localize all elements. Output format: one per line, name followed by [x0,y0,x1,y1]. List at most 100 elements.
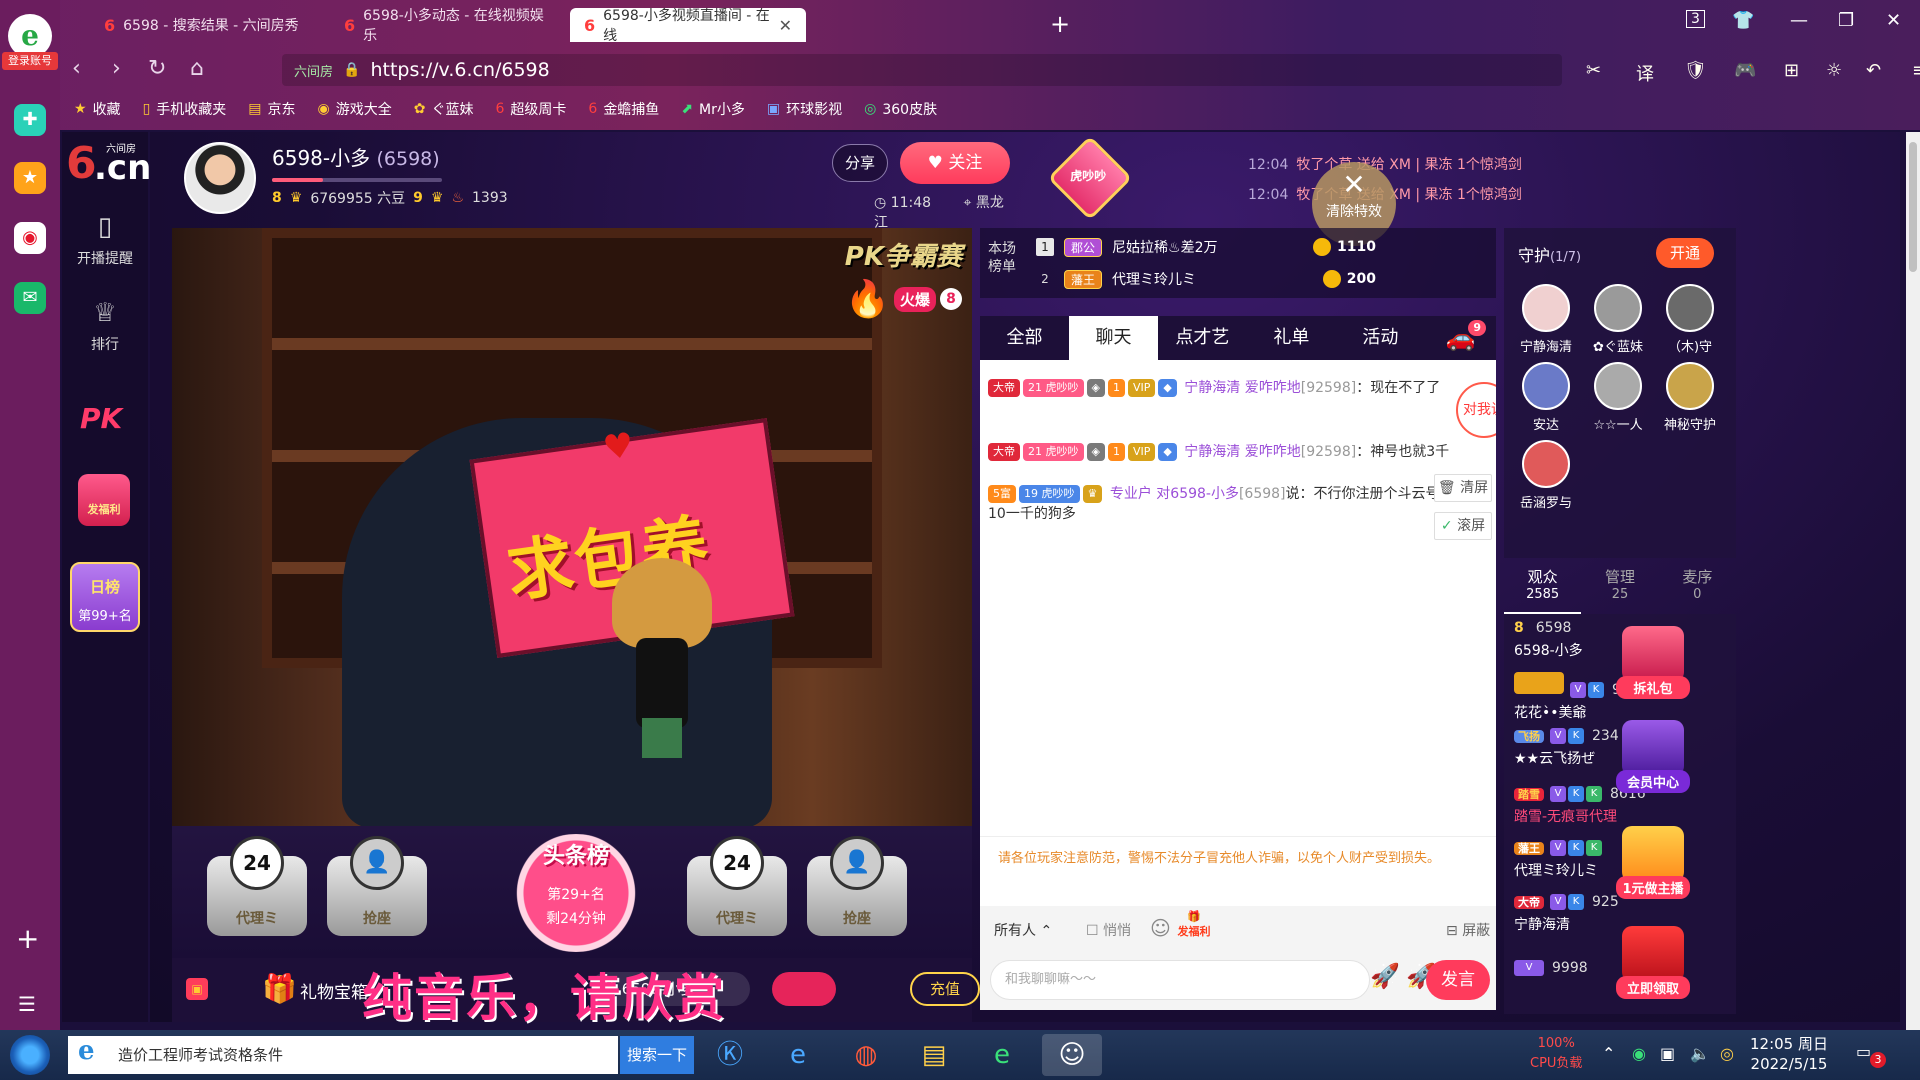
bookmark-item[interactable]: ◎ 360皮肤 [864,99,937,119]
guard-member[interactable]: 岳涵罗与 [1510,440,1582,511]
gift-box-label[interactable]: 礼物宝箱 [300,978,368,1003]
seat-2[interactable]: 👤 抢座 [322,836,432,946]
brightness-icon[interactable]: ☼ [1826,60,1842,81]
tab-admins[interactable]: 管理 25 [1581,558,1658,614]
close-tab-icon[interactable]: ✕ [779,16,792,35]
sidebar-item-rank[interactable]: ♕ 排行 [62,298,148,354]
home-icon[interactable]: ⌂ [190,56,204,81]
maximize-icon[interactable]: ❐ [1838,10,1854,31]
menu-icon[interactable]: ≡ [1912,60,1920,81]
bookmark-item[interactable]: ◉ 游戏大全 [318,99,392,119]
tab-search-results[interactable]: 6 6598 - 搜索结果 - 六间房秀 [90,8,326,42]
open-gift-pack-button[interactable]: 拆礼包 [1616,626,1690,699]
minimize-icon[interactable]: — [1790,10,1808,31]
plus-app-icon[interactable]: ✚ [14,104,46,136]
member-center-button[interactable]: 会员中心 [1616,720,1690,793]
weibo-icon[interactable]: ◉ [14,222,46,254]
tab-mic-queue[interactable]: 麦序 0 [1659,558,1736,614]
tab-talent[interactable]: 点才艺 [1158,316,1247,360]
gift-box-icon[interactable]: 🎁 [262,972,297,1005]
tab-chat[interactable]: 聊天 [1068,316,1158,360]
tab-live-room[interactable]: 6 6598-小多视频直播间 - 在线 ✕ [570,8,806,44]
chat-username[interactable]: 专业户 [1110,486,1152,502]
tray-expand-icon[interactable]: ⌃ [1602,1044,1615,1063]
guard-member[interactable]: ☆☆一人 [1582,362,1654,433]
chat-messages[interactable]: 大帝 21 虎吵吵 ◈ 1 VIP ◆ 宁静海清 爱咋咋地[92598]：现在不了了 大帝… [980,360,1496,836]
folder-icon[interactable]: ▤ [904,1034,964,1076]
guard-member[interactable]: 神秘守护 [1654,362,1726,433]
security-icon[interactable]: ◎ [1720,1044,1734,1063]
login-button[interactable]: 登录账号 [2,52,58,70]
daily-rank-badge[interactable]: 日榜 第99+名 [70,562,140,632]
ie-icon[interactable]: e [768,1034,828,1076]
close-window-icon[interactable]: ✕ [1886,10,1901,31]
seat-4[interactable]: 👤 抢座 [802,836,912,946]
bookmark-item[interactable]: ▣ 环球影视 [767,99,842,119]
avatar[interactable] [184,142,256,214]
url-text[interactable]: https://v.6.cn/6598 [370,59,549,81]
taskbar-clock[interactable]: 12:05 周日 2022/5/15 [1750,1034,1828,1074]
taskbar-search-input[interactable]: e 造价工程师考试资格条件 [68,1036,618,1074]
share-button[interactable]: 分享 [832,144,888,182]
tab-gifts[interactable]: 礼单 [1247,316,1336,360]
360-browser-icon[interactable]: e [972,1034,1032,1076]
taskbar-search-button[interactable]: 搜索一下 [620,1036,694,1074]
tray-360-icon[interactable]: ◉ [1632,1044,1646,1063]
rank-row[interactable]: 1 郡公 尼姑拉稀♨差2万 1110 [1036,232,1496,262]
send-gift-button[interactable] [772,972,836,1006]
scissors-icon[interactable]: ✂ [1586,60,1601,81]
site-logo[interactable]: 6 .cn 六间房 [64,136,151,192]
become-streamer-button[interactable]: 1元做主播 [1616,826,1690,899]
tab-activity[interactable]: 活动 [1336,316,1425,360]
address-bar[interactable]: 六间房 🔒 https://v.6.cn/6598 [282,54,1562,86]
fuli-icon[interactable]: 🎁 发福利 [1172,910,1216,950]
mail-icon[interactable]: ✉ [14,282,46,314]
fox-badge[interactable]: 虎吵吵 [1047,135,1133,221]
chat-input[interactable]: 和我聊聊嘛～～ [990,960,1370,1000]
car-tab[interactable]: 🚗 9 [1425,316,1496,360]
rank-row[interactable]: 2 藩王 代理ミ玲儿ミ 200 [1036,264,1496,294]
start-button[interactable] [10,1035,50,1075]
clear-screen-button[interactable]: 🗑 清屏 [1434,474,1492,502]
pk-button[interactable]: PK [80,402,122,435]
claim-now-button[interactable]: 立即领取 [1616,926,1690,999]
bookmark-item[interactable]: ▯ 手机收藏夹 [143,99,227,119]
block-toggle[interactable]: ⊟ 屏蔽 [1446,920,1490,940]
reload-icon[interactable]: ↻ [148,56,166,81]
bookmark-item[interactable]: 6 金蟾捕鱼 [588,99,659,119]
topup-button[interactable]: 充值 [910,972,980,1006]
favorites-icon[interactable]: ★ [14,162,46,194]
chat-username[interactable]: 宁静海清 [1184,380,1240,396]
audience-select[interactable]: 所有人 ⌃ [994,920,1052,940]
video-player[interactable]: ♥ 求包养 PK争霸赛 🔥 火爆 8 [172,228,972,826]
seat-3[interactable]: 24 代理ミ [682,836,792,946]
forward-icon[interactable]: › [112,56,121,81]
rank-board-title[interactable]: 本场榜单 [988,240,1022,276]
k-app-icon[interactable]: Ⓚ [700,1034,760,1076]
tab-count-badge[interactable]: 3 [1686,10,1705,28]
sidebar-item-reminder[interactable]: ▯ 开播提醒 [62,212,148,268]
volume-icon[interactable]: 🔈 [1690,1044,1710,1063]
tab-dynamics[interactable]: 6 6598-小多动态 - 在线视频娱乐 [330,8,566,44]
guard-member[interactable]: （木)守 [1654,284,1726,355]
list-icon[interactable]: ☰ [18,992,36,1016]
grid-icon[interactable]: ⊞ [1784,60,1799,81]
shield-icon[interactable]: 🛡 [1684,60,1707,81]
headline-rank-badge[interactable]: 头条榜 第29+名 剩24分钟 [502,834,650,952]
whisper-checkbox[interactable]: ☐ 悄悄 [1086,920,1131,940]
bookmark-item[interactable]: ✿ ぐ蓝妹 [414,99,474,119]
lock-icon[interactable]: ▣ [186,978,208,1000]
chat-username[interactable]: 宁静海清 [1184,444,1240,460]
shirt-icon[interactable]: 👕 [1732,10,1754,31]
emoji-icon[interactable]: ☺ [1150,916,1171,940]
network-icon[interactable]: ▣ [1660,1044,1675,1063]
guard-member[interactable]: 宁静海清 [1510,284,1582,355]
rocket-icon[interactable]: 🚀 [1370,962,1400,990]
bookmark-item[interactable]: ▤ 京东 [248,99,295,119]
guard-open-button[interactable]: 开通 [1656,238,1714,268]
bookmark-item[interactable]: 6 超级周卡 [495,99,566,119]
send-button[interactable]: 发言 [1426,960,1490,1000]
pk-tag[interactable]: PK争霸赛 [845,236,962,273]
gamepad-icon[interactable]: 🎮 [1734,60,1756,81]
follow-button[interactable]: ♥ 关注 [900,142,1010,184]
